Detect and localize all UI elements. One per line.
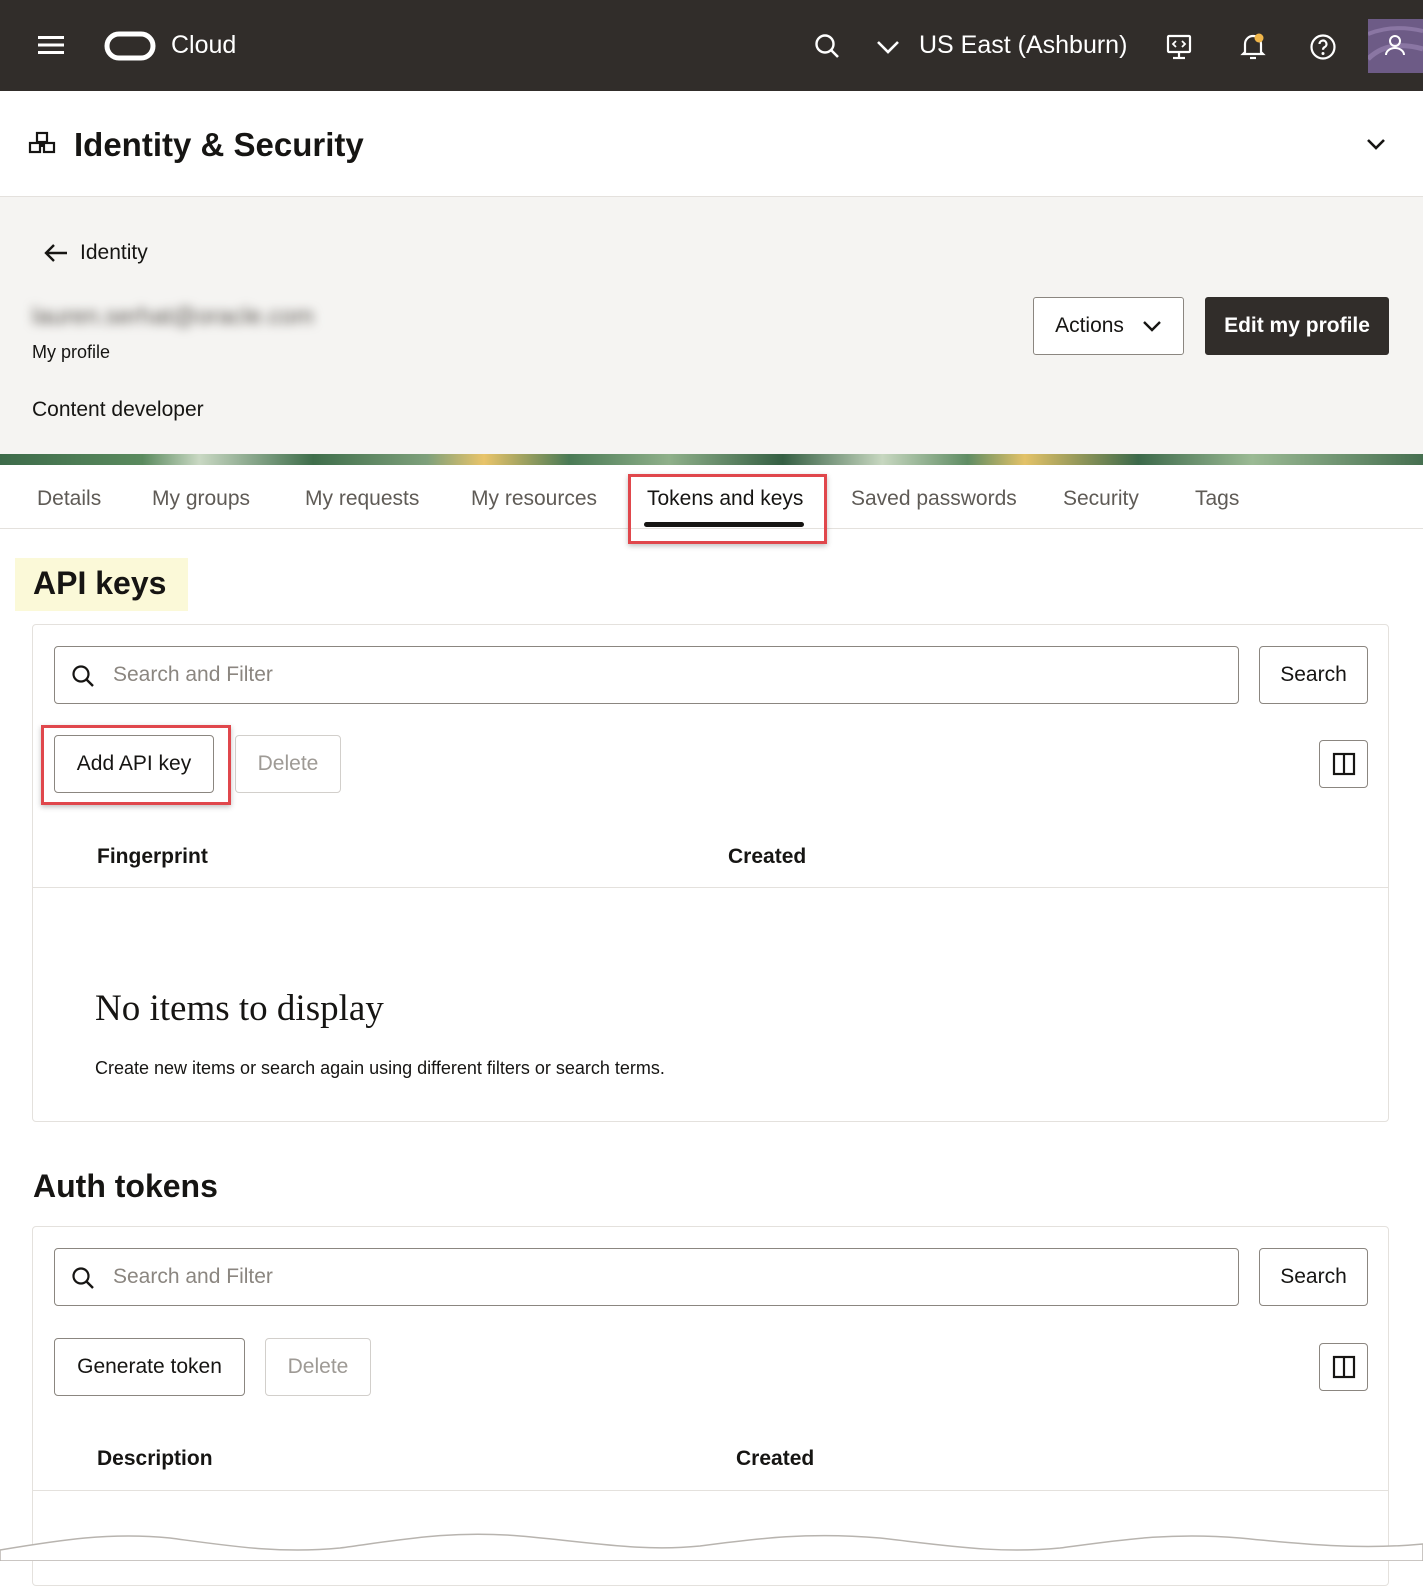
api-keys-panel: Search Add API key Delete Fingerprint Cr… [32,624,1389,1122]
column-header-created[interactable]: Created [728,845,806,869]
empty-state-title: No items to display [95,988,384,1029]
tab-security[interactable]: Security [1063,487,1139,511]
empty-state-text: Create new items or search again using d… [95,1058,665,1078]
region-selector[interactable]: US East (Ashburn) [919,31,1127,60]
column-header-description[interactable]: Description [97,1447,213,1471]
column-layout-button[interactable] [1319,1343,1368,1391]
auth-tokens-title: Auth tokens [33,1168,218,1204]
search-icon [72,1267,94,1289]
back-link[interactable]: Identity [80,241,148,265]
user-email: lauren.serhat@oracle.com [32,303,314,330]
notifications-bell-icon[interactable] [1237,30,1269,62]
edit-profile-button[interactable]: Edit my profile [1205,297,1389,355]
hamburger-menu-icon[interactable] [34,28,68,62]
actions-label: Actions [1055,314,1124,337]
chevron-down-icon[interactable] [874,34,902,60]
auth-tokens-search-button[interactable]: Search [1259,1248,1368,1306]
tab-details[interactable]: Details [37,487,101,511]
delete-api-key-button[interactable]: Delete [235,735,341,793]
search-icon[interactable] [812,31,842,61]
tab-my-groups[interactable]: My groups [152,487,250,511]
tab-highlight-box [628,474,827,544]
profile-subtitle: My profile [32,342,111,362]
search-icon [72,665,94,687]
developer-tools-icon[interactable] [1163,31,1195,63]
columns-icon [1332,1355,1355,1379]
chevron-down-icon[interactable] [1362,131,1390,157]
auth-tokens-search-input[interactable] [111,1259,711,1295]
brand-name[interactable]: Cloud [171,31,236,60]
api-keys-search-box[interactable] [54,646,1239,704]
auth-tokens-search-box[interactable] [54,1248,1239,1306]
tab-my-resources[interactable]: My resources [471,487,597,511]
service-header: Identity & Security [0,91,1423,197]
top-navigation-bar: Cloud US East (Ashburn) [0,0,1423,91]
api-keys-title: API keys [33,565,167,601]
column-layout-button[interactable] [1319,740,1368,788]
decorative-banner [0,454,1423,465]
profile-summary: Identity lauren.serhat@oracle.com My pro… [0,197,1423,454]
tab-saved-passwords[interactable]: Saved passwords [851,487,1017,511]
add-button-highlight-box [41,725,231,805]
api-keys-search-input[interactable] [111,657,711,693]
actions-dropdown-button[interactable]: Actions [1033,297,1184,355]
table-divider [33,1490,1388,1491]
column-header-fingerprint[interactable]: Fingerprint [97,845,208,869]
torn-edge-decoration [0,1533,1423,1561]
oracle-logo-icon[interactable] [104,31,156,61]
help-icon[interactable] [1307,31,1339,63]
generate-token-button[interactable]: Generate token [54,1338,245,1396]
delete-token-button[interactable]: Delete [265,1338,371,1396]
tab-my-requests[interactable]: My requests [305,487,419,511]
identity-security-icon [28,131,56,159]
table-divider [33,887,1388,888]
page-title: Identity & Security [74,126,364,163]
chevron-down-icon [1143,321,1161,332]
api-keys-search-button[interactable]: Search [1259,646,1368,704]
columns-icon [1332,752,1355,776]
back-arrow-icon[interactable] [42,241,70,265]
tab-tags[interactable]: Tags [1195,487,1239,511]
user-avatar[interactable] [1368,19,1423,73]
column-header-created[interactable]: Created [736,1447,814,1471]
user-role: Content developer [32,398,204,421]
